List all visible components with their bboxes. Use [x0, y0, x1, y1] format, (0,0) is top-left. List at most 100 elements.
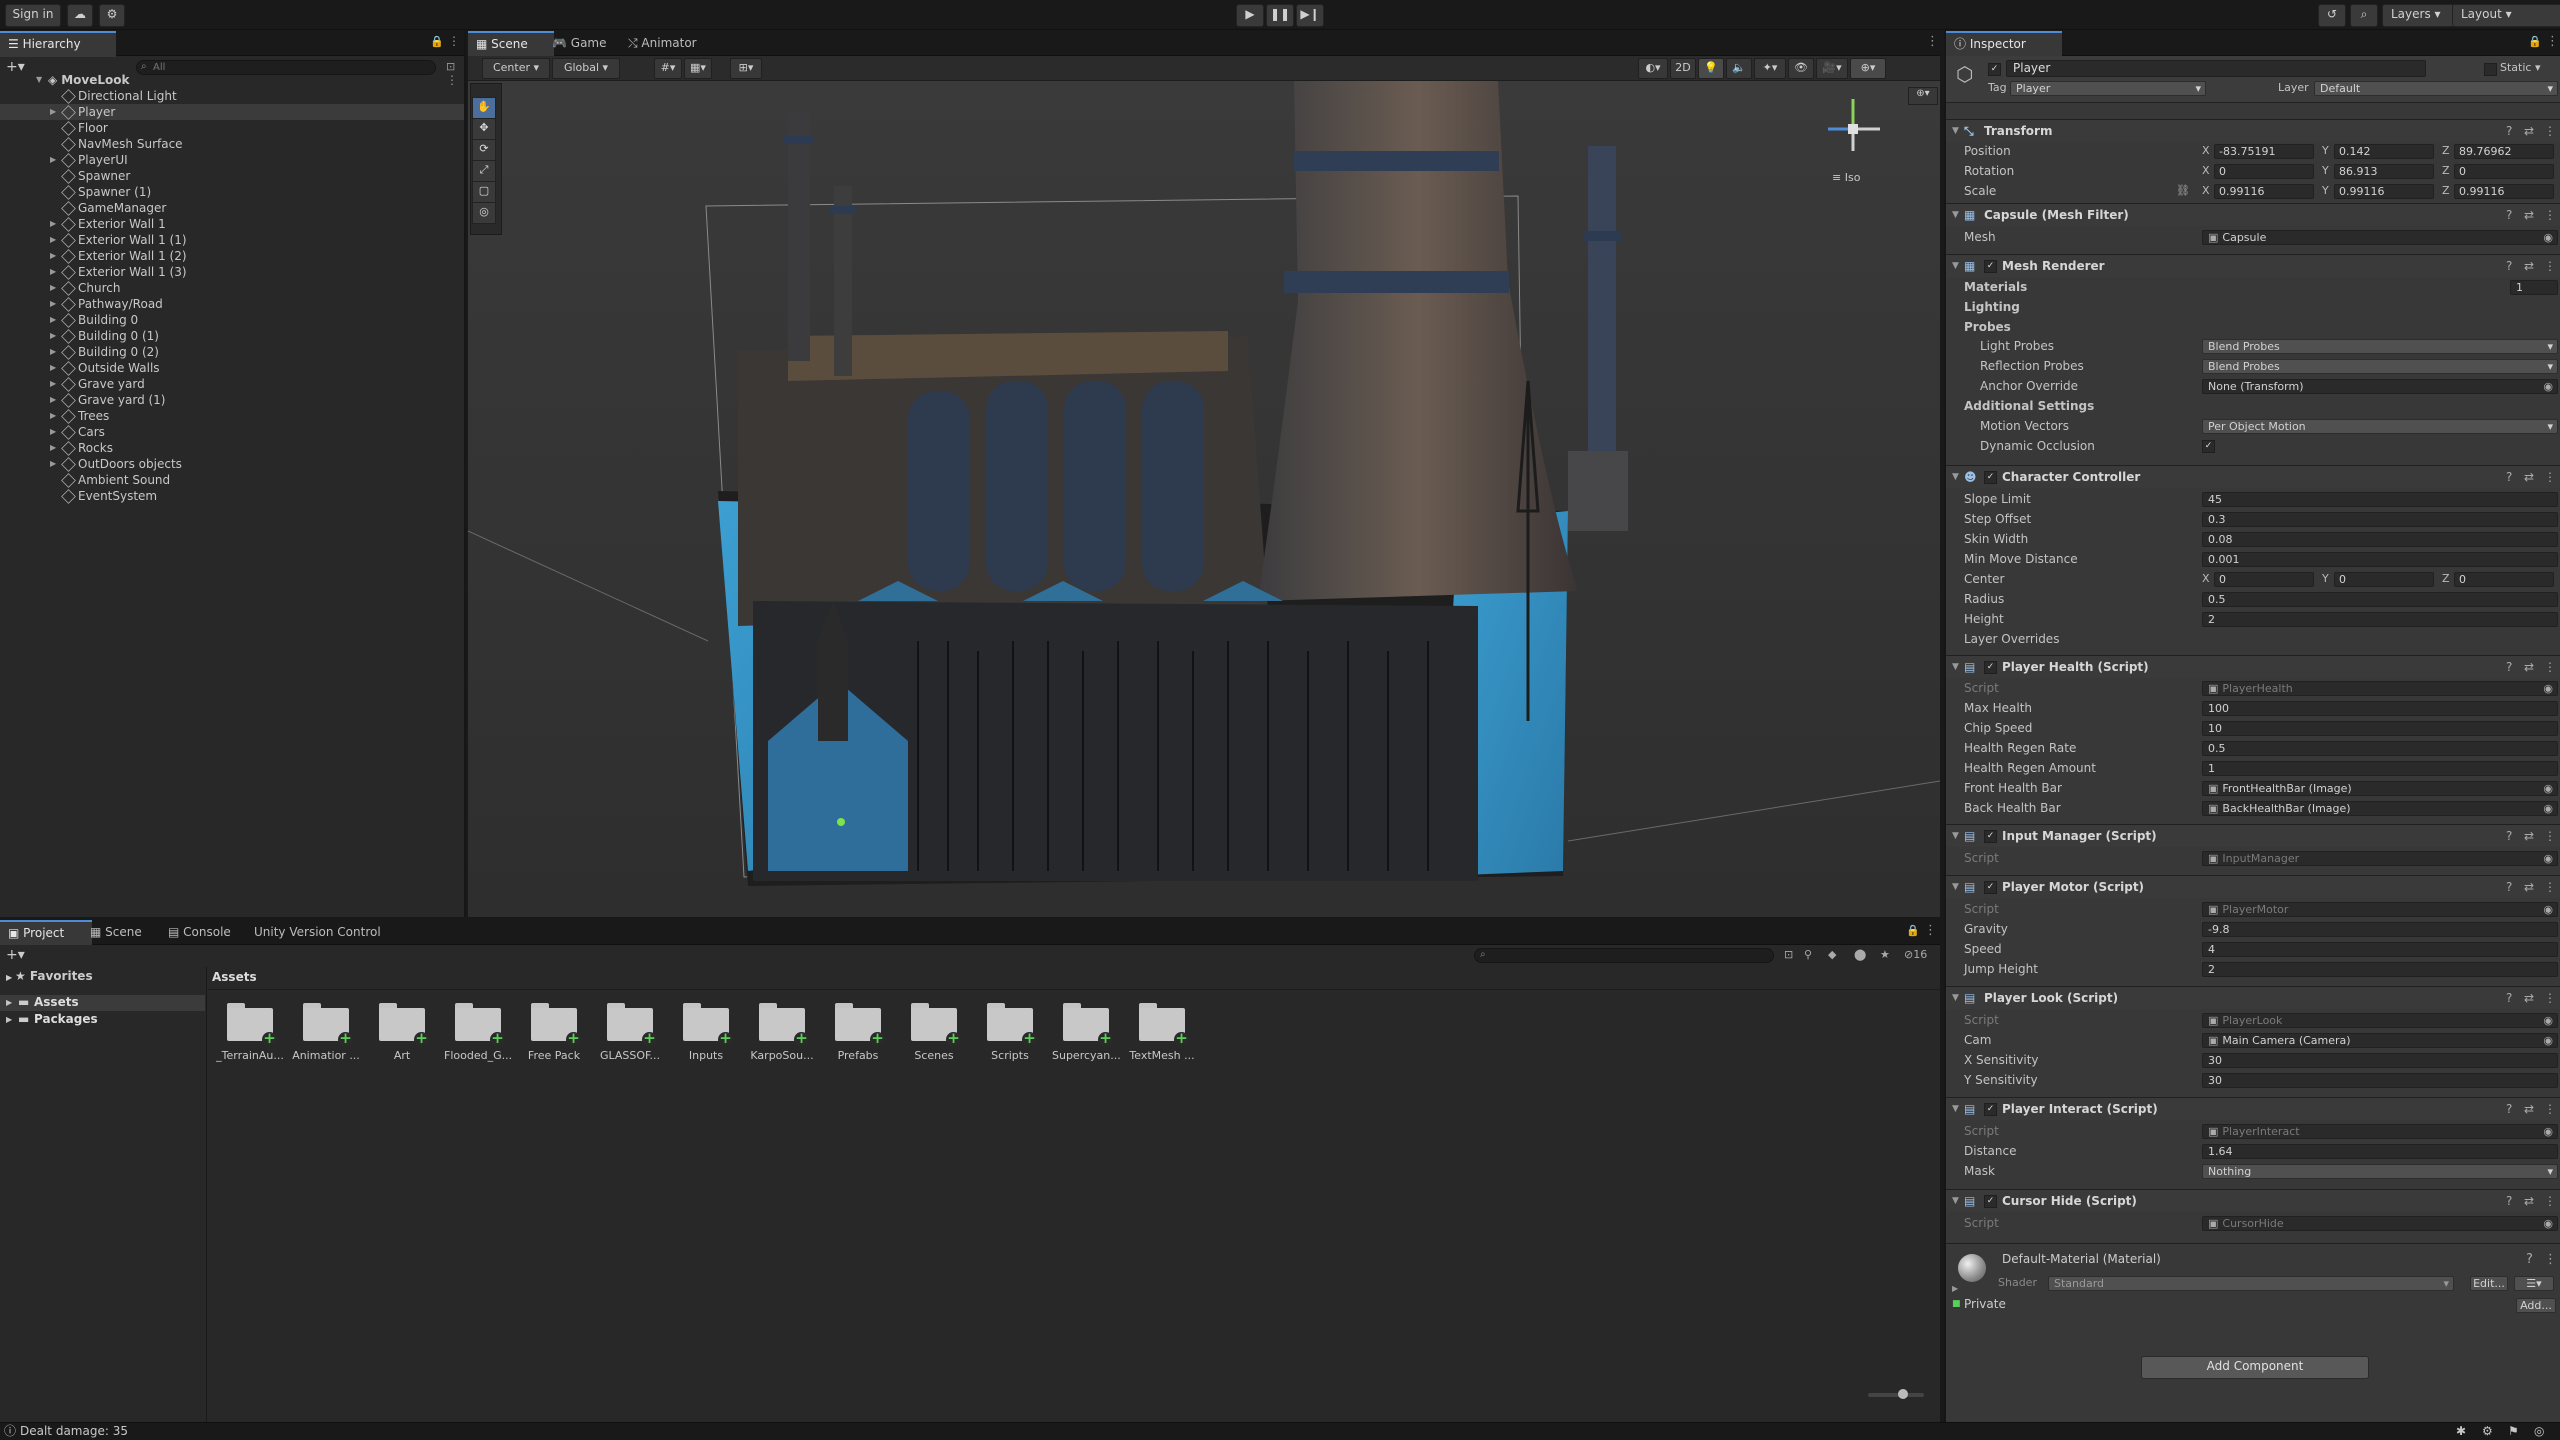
- folder-item[interactable]: + Scenes: [900, 1003, 968, 1062]
- toggle-2d-button[interactable]: 2D: [1670, 58, 1696, 79]
- hierarchy-item[interactable]: Directional Light: [0, 88, 464, 104]
- folder-item[interactable]: + Inputs: [672, 1003, 740, 1062]
- component-menu-icon[interactable]: ⋮: [2544, 204, 2556, 226]
- property-field[interactable]: 0.001: [2202, 552, 2558, 567]
- hierarchy-item[interactable]: ▶ Building 0: [0, 312, 464, 328]
- constrain-proportions-icon[interactable]: ⛓: [2176, 182, 2190, 200]
- tab-scene[interactable]: ▦ Scene: [468, 31, 554, 57]
- hierarchy-item[interactable]: ▶ Cars: [0, 424, 464, 440]
- expand-arrow-icon[interactable]: ▶: [50, 312, 60, 328]
- help-icon[interactable]: ?: [2506, 987, 2512, 1009]
- collapse-arrow-icon[interactable]: ▼: [1952, 987, 1959, 1009]
- layers-dropdown[interactable]: Layers ▾: [2382, 4, 2456, 27]
- static-dropdown[interactable]: Static ▾: [2500, 61, 2540, 74]
- cursor-hide-header[interactable]: ▼ ▤ ✓ Cursor Hide (Script)? ⇄ ⋮: [1946, 1189, 2560, 1212]
- object-name-field[interactable]: Player: [2006, 60, 2426, 77]
- dynamic-occlusion-checkbox[interactable]: ✓: [2202, 440, 2215, 453]
- component-menu-icon[interactable]: ⋮: [2544, 656, 2556, 678]
- project-search-input[interactable]: [1474, 948, 1774, 963]
- property-field[interactable]: ▣ InputManager ◉: [2202, 851, 2558, 866]
- property-field[interactable]: ▣ Main Camera (Camera) ◉: [2202, 1033, 2558, 1048]
- layout-dropdown[interactable]: Layout ▾: [2452, 4, 2560, 27]
- hierarchy-item[interactable]: Floor: [0, 120, 464, 136]
- collapse-arrow-icon[interactable]: ▼: [1952, 255, 1959, 277]
- mesh-renderer-header[interactable]: ▼ ▦ ✓ Mesh Renderer? ⇄ ⋮: [1946, 254, 2560, 277]
- help-icon[interactable]: ?: [2506, 120, 2512, 142]
- object-picker-icon[interactable]: ◉: [2543, 1125, 2553, 1138]
- collapse-arrow-icon[interactable]: ▼: [1952, 876, 1959, 898]
- tab-inspector[interactable]: ⓘ Inspector: [1946, 31, 2062, 57]
- character-controller-header[interactable]: ▼ ☻ ✓ Character Controller? ⇄ ⋮: [1946, 465, 2560, 488]
- tree-row-assets[interactable]: ▶ ▬ Assets: [0, 995, 205, 1011]
- property-field[interactable]: 30: [2202, 1053, 2558, 1068]
- property-field[interactable]: Blend Probes ▾: [2202, 339, 2558, 354]
- create-button[interactable]: +▾: [6, 947, 25, 963]
- hierarchy-item[interactable]: ▶ Church: [0, 280, 464, 296]
- scene-viewport[interactable]: ✋ ✥ ⟳ ⤢ ▢ ◎ ≡ Iso ⊕▾: [468, 81, 1940, 917]
- folder-item[interactable]: + Flooded_G...: [444, 1003, 512, 1062]
- vector-y-field[interactable]: Y 0.99116: [2322, 184, 2438, 199]
- component-menu-icon[interactable]: ⋮: [2544, 987, 2556, 1009]
- undo-history-icon[interactable]: ↺: [2318, 4, 2346, 27]
- sign-in-button[interactable]: Sign in: [5, 4, 61, 27]
- enabled-checkbox[interactable]: ✓: [1984, 830, 1997, 843]
- hierarchy-item[interactable]: Ambient Sound: [0, 472, 464, 488]
- grid-snap-icon[interactable]: #▾: [654, 58, 682, 79]
- folder-item[interactable]: + Art: [368, 1003, 436, 1062]
- property-field[interactable]: Per Object Motion ▾: [2202, 419, 2558, 434]
- property-field[interactable]: None (Transform) ◉: [2202, 379, 2558, 394]
- expand-arrow-icon[interactable]: ▶: [50, 152, 60, 168]
- collapse-arrow-icon[interactable]: ▼: [1952, 1098, 1959, 1120]
- object-picker-icon[interactable]: ◉: [2543, 802, 2553, 815]
- property-field[interactable]: 30: [2202, 1073, 2558, 1088]
- lock-icon[interactable]: 🔒: [430, 35, 444, 48]
- expand-arrow-icon[interactable]: ▶: [50, 248, 60, 264]
- collapse-arrow-icon[interactable]: ▼: [1952, 656, 1959, 678]
- expand-arrow-icon[interactable]: ▶: [50, 392, 60, 408]
- expand-arrow-icon[interactable]: ▼: [36, 72, 46, 88]
- expand-arrow-icon[interactable]: ▶: [50, 328, 60, 344]
- help-icon[interactable]: ?: [2506, 876, 2512, 898]
- enabled-checkbox[interactable]: ✓: [1984, 1195, 1997, 1208]
- object-picker-icon[interactable]: ◉: [2543, 1217, 2553, 1230]
- property-field[interactable]: ▣ PlayerInteract ◉: [2202, 1124, 2558, 1139]
- property-field[interactable]: 2: [2202, 962, 2558, 977]
- zoom-slider-thumb[interactable]: [1898, 1389, 1908, 1399]
- hidden-packages-toggle[interactable]: ⊘16: [1904, 948, 1927, 961]
- presets-icon[interactable]: ⇄: [2524, 1098, 2534, 1120]
- hierarchy-item[interactable]: Spawner (1): [0, 184, 464, 200]
- presets-icon[interactable]: ⇄: [2524, 876, 2534, 898]
- pivot-dropdown[interactable]: Center ▾: [482, 58, 550, 79]
- hierarchy-item[interactable]: ▶ Building 0 (1): [0, 328, 464, 344]
- scene-menu-icon[interactable]: ⋮: [446, 72, 458, 88]
- property-field[interactable]: ▣ PlayerLook ◉: [2202, 1013, 2558, 1028]
- component-menu-icon[interactable]: ⋮: [2544, 120, 2556, 142]
- property-field[interactable]: ▣ PlayerHealth ◉: [2202, 681, 2558, 696]
- presets-icon[interactable]: ⇄: [2524, 1190, 2534, 1212]
- enabled-checkbox[interactable]: ✓: [1984, 260, 1997, 273]
- presets-icon[interactable]: ⇄: [2524, 825, 2534, 847]
- object-picker-icon[interactable]: ◉: [2543, 380, 2553, 393]
- search-by-label-icon[interactable]: ⚲: [1804, 948, 1812, 961]
- center-x-field[interactable]: X0: [2202, 572, 2318, 587]
- folder-item[interactable]: + Supercyan...: [1052, 1003, 1120, 1062]
- projection-label[interactable]: ≡ Iso: [1832, 171, 1860, 184]
- component-menu-icon[interactable]: ⋮: [2544, 1190, 2556, 1212]
- expand-arrow-icon[interactable]: ▶: [50, 280, 60, 296]
- hierarchy-item[interactable]: ▶ Trees: [0, 408, 464, 424]
- layer-dropdown[interactable]: Default ▾: [2314, 81, 2558, 96]
- panel-menu-icon[interactable]: ⋮: [2546, 34, 2559, 49]
- hierarchy-item[interactable]: EventSystem: [0, 488, 464, 504]
- property-field[interactable]: -9.8: [2202, 922, 2558, 937]
- enabled-checkbox[interactable]: ✓: [1984, 881, 1997, 894]
- object-picker-icon[interactable]: ◉: [2543, 852, 2553, 865]
- tab-hierarchy[interactable]: ☰ Hierarchy: [0, 31, 116, 57]
- help-icon[interactable]: ?: [2506, 466, 2512, 488]
- zoom-slider[interactable]: [1868, 1393, 1924, 1397]
- expand-arrow-icon[interactable]: ▶: [50, 264, 60, 280]
- hierarchy-item[interactable]: ▶ Pathway/Road: [0, 296, 464, 312]
- property-field[interactable]: 10: [2202, 721, 2558, 736]
- help-icon[interactable]: ?: [2506, 656, 2512, 678]
- hierarchy-item[interactable]: ▶ Building 0 (2): [0, 344, 464, 360]
- property-field[interactable]: 0.3: [2202, 512, 2558, 527]
